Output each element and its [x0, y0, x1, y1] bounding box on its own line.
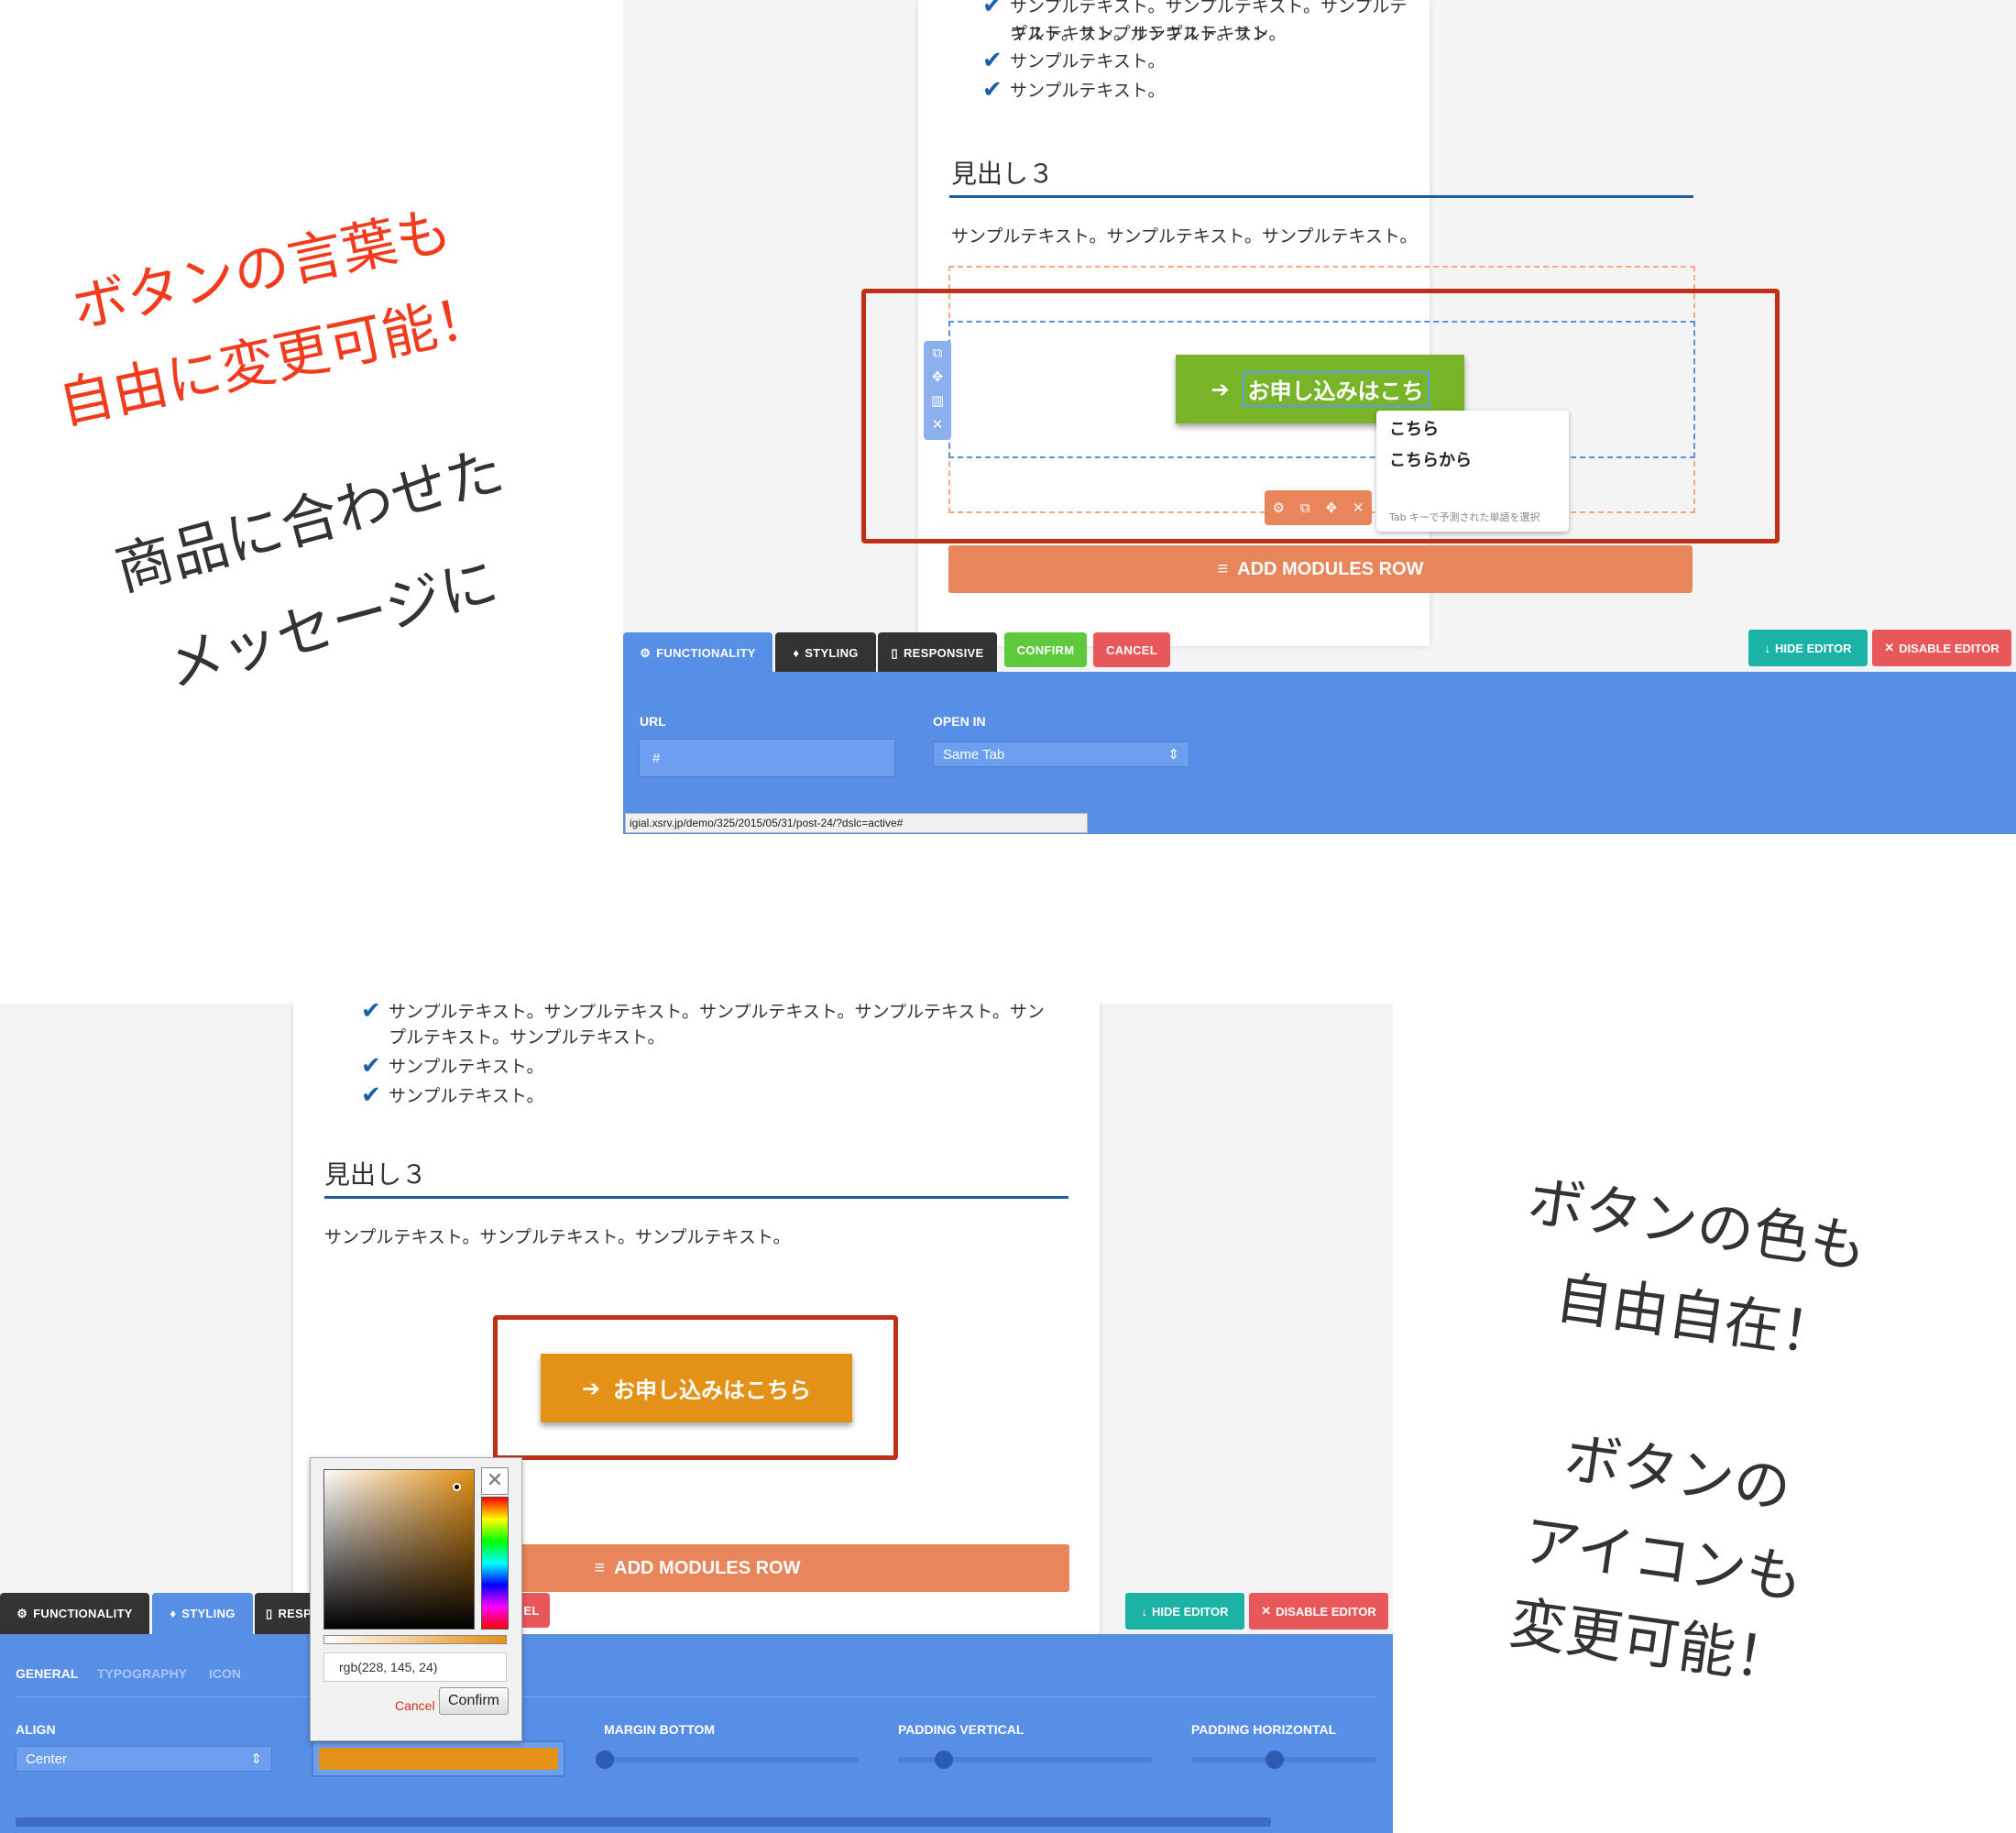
color-value-input[interactable]: rgb(228, 145, 24) [323, 1652, 507, 1682]
mobile-icon: ▯ [891, 645, 898, 660]
list-item: ✔ サンプルテキスト。 [361, 1081, 544, 1109]
url-input[interactable]: # [639, 739, 895, 777]
align-label: ALIGN [16, 1722, 56, 1737]
checkmark-icon: ✔ [361, 1052, 381, 1080]
padding-vertical-label: PADDING VERTICAL [898, 1722, 1024, 1737]
subtab-typography[interactable]: TYPOGRAPHY [97, 1666, 187, 1681]
list-item: ✔ サンプルテキスト。サンプルテキスト。サンプルテキスト。サンプルテキスト。サン [361, 1004, 1076, 1026]
select-arrows-icon: ⇕ [250, 1751, 262, 1767]
checkmark-icon: ✔ [361, 1081, 381, 1109]
close-icon: ✕ [1261, 1604, 1272, 1618]
paragraph: サンプルテキスト。サンプルテキスト。サンプルテキスト。 [324, 1227, 791, 1247]
subtab-icon[interactable]: ICON [209, 1666, 241, 1681]
open-in-select[interactable]: Same Tab ⇕ [933, 741, 1189, 767]
picker-cursor[interactable] [453, 1483, 461, 1491]
add-modules-row-button[interactable]: ≡ ADD MODULES ROW [948, 545, 1693, 593]
select-arrows-icon: ⇕ [1167, 747, 1179, 763]
list-item: ✔ サンプルテキスト。 [982, 47, 1166, 74]
bottom-screenshot: ✔ サンプルテキスト。サンプルテキスト。サンプルテキスト。サンプルテキスト。サン … [0, 1004, 1393, 1833]
arrow-down-icon: ↓ [1141, 1604, 1147, 1619]
open-in-label: OPEN IN [933, 714, 986, 729]
highlight-box [861, 289, 1780, 543]
tab-styling[interactable]: ♦ STYLING [152, 1593, 253, 1634]
color-swatch-input[interactable] [312, 1740, 565, 1777]
picker-confirm-button[interactable]: Confirm [439, 1687, 509, 1715]
list-item-continued: プルテキスト。サンプルテキスト。 [389, 1027, 665, 1048]
margin-bottom-slider[interactable] [596, 1757, 859, 1762]
slider-knob[interactable] [1265, 1751, 1284, 1769]
color-picker-popup[interactable]: ✕ rgb(228, 145, 24) Cancel Confirm [310, 1457, 522, 1741]
list-item: ✔ サンプルテキスト。 [982, 76, 1166, 104]
heading-underline [949, 195, 1693, 198]
arrow-down-icon: ↓ [1764, 641, 1770, 655]
tab-responsive[interactable]: ▯ RESPONSIVE [878, 632, 997, 674]
heading-underline [324, 1196, 1068, 1199]
tab-styling[interactable]: ♦ STYLING [775, 632, 876, 674]
saturation-field[interactable] [323, 1469, 475, 1630]
picker-cancel-link[interactable]: Cancel [395, 1698, 435, 1713]
editor-panel: GENERAL TYPOGRAPHY ICON ALIGN Center ⇕ MA… [0, 1634, 1393, 1833]
menu-icon: ≡ [594, 1557, 606, 1578]
top-screenshot: ✔ サンプルテキスト。サンプルテキスト。サンプルテキスト。サンプルテキスト。サン… [623, 0, 2016, 834]
checkmark-icon: ✔ [982, 0, 1003, 19]
padding-horizontal-label: PADDING HORIZONTAL [1191, 1722, 1337, 1737]
cancel-button[interactable]: CANCEL [1093, 632, 1170, 667]
alpha-slider[interactable] [323, 1635, 507, 1644]
padding-horizontal-slider[interactable] [1191, 1757, 1376, 1762]
color-swatch [319, 1748, 558, 1770]
margin-bottom-label: MARGIN BOTTOM [604, 1722, 716, 1737]
gear-icon: ⚙ [16, 1606, 28, 1620]
checkmark-icon: ✔ [982, 76, 1003, 104]
disable-editor-button[interactable]: ✕ DISABLE EDITOR [1872, 630, 2011, 666]
gear-icon: ⚙ [640, 645, 652, 660]
close-icon: ✕ [1884, 641, 1895, 654]
status-bar-url: igial.xsrv.jp/demo/325/2015/05/31/post-2… [625, 813, 1088, 833]
hide-editor-button[interactable]: ↓ HIDE EDITOR [1748, 630, 1868, 666]
disable-editor-button[interactable]: ✕ DISABLE EDITOR [1249, 1593, 1388, 1630]
checkmark-icon: ✔ [982, 47, 1003, 74]
tab-functionality[interactable]: ⚙ FUNCTIONALITY [0, 1593, 149, 1634]
list-item: ✔ サンプルテキスト。 [361, 1052, 544, 1080]
paragraph: サンプルテキスト。サンプルテキスト。サンプルテキスト。 [951, 226, 1418, 247]
url-label: URL [640, 714, 666, 729]
subtab-general[interactable]: GENERAL [16, 1666, 78, 1681]
highlight-box [493, 1315, 898, 1460]
drop-icon: ♦ [170, 1607, 177, 1620]
menu-icon: ≡ [1217, 558, 1229, 579]
hue-slider[interactable] [481, 1497, 509, 1630]
slider-knob[interactable] [935, 1751, 953, 1769]
close-icon[interactable]: ✕ [481, 1467, 509, 1495]
confirm-button[interactable]: CONFIRM [1004, 632, 1087, 667]
align-select[interactable]: Center ⇕ [16, 1746, 272, 1772]
hide-editor-button[interactable]: ↓ HIDE EDITOR [1125, 1593, 1244, 1630]
divider [16, 1696, 1376, 1697]
heading-3: 見出し３ [951, 159, 1055, 189]
drop-icon: ♦ [793, 646, 800, 660]
editor-panel: URL # OPEN IN Same Tab ⇕ [623, 672, 2016, 834]
heading-3: 見出し３ [324, 1159, 428, 1190]
mobile-icon: ▯ [266, 1606, 273, 1620]
checkmark-icon: ✔ [361, 1004, 381, 1025]
bottom-slider[interactable] [16, 1817, 1271, 1827]
slider-knob[interactable] [596, 1751, 614, 1769]
list-item-continued: プルテキスト。サンプルテキスト。 [1010, 24, 1287, 44]
tab-functionality[interactable]: ⚙ FUNCTIONALITY [623, 632, 772, 674]
